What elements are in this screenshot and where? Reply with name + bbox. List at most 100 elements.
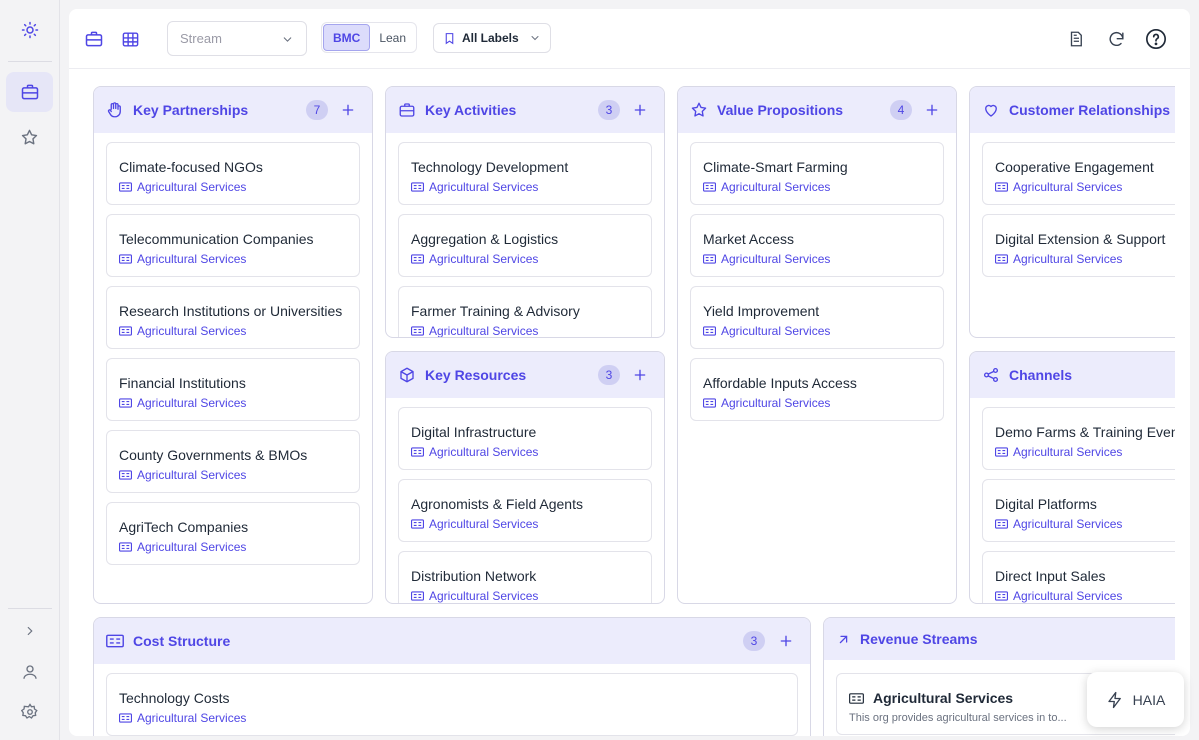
- card-tag[interactable]: Agricultural Services: [119, 396, 347, 410]
- help-icon: [1146, 29, 1166, 49]
- bmc-toggle-button[interactable]: BMC: [323, 24, 371, 51]
- card-tag[interactable]: Agricultural Services: [119, 711, 785, 725]
- expand-sidebar-button[interactable]: [6, 611, 53, 651]
- card[interactable]: Financial Institutions Agricultural Serv…: [106, 358, 360, 421]
- card[interactable]: County Governments & BMOs Agricultural S…: [106, 430, 360, 493]
- card[interactable]: Yield Improvement Agricultural Services: [690, 286, 944, 349]
- card-title: Affordable Inputs Access: [703, 375, 857, 391]
- block-title: Revenue Streams: [860, 631, 978, 647]
- add-icon[interactable]: [778, 633, 794, 649]
- card-tag[interactable]: Agricultural Services: [119, 540, 347, 554]
- settings-button[interactable]: [6, 692, 53, 732]
- card[interactable]: Telecommunication Companies Agricultural…: [106, 214, 360, 277]
- block-title: Cost Structure: [133, 633, 231, 649]
- card[interactable]: Climate-Smart Farming Agricultural Servi…: [690, 142, 944, 205]
- stream-tag-icon: [411, 254, 424, 264]
- card-tag[interactable]: Agricultural Services: [995, 252, 1175, 266]
- block-customer-relationships: Customer Relationships Cooperative Engag…: [969, 86, 1175, 338]
- document-button[interactable]: [1064, 27, 1088, 51]
- table-view-button[interactable]: [118, 27, 142, 51]
- block-key-partnerships: Key Partnerships 7 Climate-focused NGOs …: [93, 86, 373, 604]
- haia-label: HAIA: [1132, 691, 1166, 708]
- card-tag[interactable]: Agricultural Services: [119, 324, 347, 338]
- card[interactable]: Demo Farms & Training Events Agricultura…: [982, 407, 1175, 470]
- card[interactable]: Technology Costs Agricultural Services: [106, 673, 798, 736]
- add-icon[interactable]: [632, 367, 648, 383]
- nav-canvas-button[interactable]: [6, 72, 53, 112]
- theme-toggle-button[interactable]: [6, 10, 53, 50]
- card[interactable]: Distribution Network Agricultural Servic…: [398, 551, 652, 603]
- block-key-resources: Key Resources 3 Digital Infrastructure A…: [385, 351, 665, 604]
- card-tag-label: Agricultural Services: [429, 517, 539, 531]
- card[interactable]: Digital Extension & Support Agricultural…: [982, 214, 1175, 277]
- card-title: Technology Costs: [119, 690, 230, 706]
- card-tag[interactable]: Agricultural Services: [411, 589, 639, 603]
- stream-tag-icon: [411, 519, 424, 529]
- stream-tag-icon: [703, 182, 716, 192]
- lean-toggle-button[interactable]: Lean: [370, 24, 415, 51]
- card-tag[interactable]: Agricultural Services: [703, 324, 931, 338]
- card-tag[interactable]: Agricultural Services: [411, 445, 639, 459]
- canvas-view-button[interactable]: [82, 27, 106, 51]
- card-tag[interactable]: Agricultural Services: [411, 180, 639, 194]
- help-button[interactable]: [1144, 27, 1168, 51]
- block-channels: Channels Demo Farms & Training Events Ag…: [969, 351, 1175, 604]
- document-icon: [1070, 31, 1082, 47]
- stream-tag-icon: [995, 519, 1008, 529]
- card[interactable]: Climate-focused NGOs Agricultural Servic…: [106, 142, 360, 205]
- profile-button[interactable]: [6, 652, 53, 692]
- card-title: Direct Input Sales: [995, 568, 1106, 584]
- card-title: Climate-Smart Farming: [703, 159, 848, 175]
- nav-favorites-button[interactable]: [6, 117, 53, 157]
- stream-tag-icon: [995, 254, 1008, 264]
- card[interactable]: Cooperative Engagement Agricultural Serv…: [982, 142, 1175, 205]
- card-title: Digital Extension & Support: [995, 231, 1166, 247]
- card-tag[interactable]: Agricultural Services: [995, 180, 1175, 194]
- card[interactable]: Research Institutions or Universities Ag…: [106, 286, 360, 349]
- card[interactable]: Aggregation & Logistics Agricultural Ser…: [398, 214, 652, 277]
- card[interactable]: Farmer Training & Advisory Agricultural …: [398, 286, 652, 337]
- card-tag[interactable]: Agricultural Services: [119, 468, 347, 482]
- card[interactable]: Digital Infrastructure Agricultural Serv…: [398, 407, 652, 470]
- card[interactable]: Affordable Inputs Access Agricultural Se…: [690, 358, 944, 421]
- card-tag[interactable]: Agricultural Services: [411, 517, 639, 531]
- card-tag-label: Agricultural Services: [429, 252, 539, 266]
- card-tag-label: Agricultural Services: [721, 180, 831, 194]
- briefcase-icon: [399, 103, 415, 117]
- add-icon[interactable]: [924, 102, 940, 118]
- star-icon: [691, 102, 707, 117]
- left-rail: [0, 0, 60, 740]
- card-tag[interactable]: Agricultural Services: [995, 589, 1175, 603]
- card[interactable]: Direct Input Sales Agricultural Services: [982, 551, 1175, 603]
- card[interactable]: AgriTech Companies Agricultural Services: [106, 502, 360, 565]
- card[interactable]: Agronomists & Field Agents Agricultural …: [398, 479, 652, 542]
- add-icon[interactable]: [340, 102, 356, 118]
- rail-divider-bottom: [8, 608, 52, 609]
- card-tag-label: Agricultural Services: [137, 540, 247, 554]
- card-tag[interactable]: Agricultural Services: [703, 180, 931, 194]
- labels-filter-dropdown[interactable]: All Labels: [433, 23, 551, 53]
- canvas-board: Key Partnerships 7 Climate-focused NGOs …: [93, 86, 1175, 736]
- card-tag[interactable]: Agricultural Services: [119, 180, 347, 194]
- add-icon[interactable]: [632, 102, 648, 118]
- labels-filter-label: All Labels: [462, 31, 519, 45]
- card-tag[interactable]: Agricultural Services: [703, 396, 931, 410]
- haia-assistant-button[interactable]: HAIA: [1087, 672, 1184, 727]
- card[interactable]: Market Access Agricultural Services: [690, 214, 944, 277]
- card-tag[interactable]: Agricultural Services: [411, 324, 639, 337]
- card[interactable]: Technology Development Agricultural Serv…: [398, 142, 652, 205]
- card-tag[interactable]: Agricultural Services: [119, 252, 347, 266]
- refresh-button[interactable]: [1104, 27, 1128, 51]
- card-tag[interactable]: Agricultural Services: [995, 445, 1175, 459]
- chevron-right-icon: [27, 626, 33, 636]
- card-tag[interactable]: Agricultural Services: [995, 517, 1175, 531]
- card-tag-label: Agricultural Services: [721, 396, 831, 410]
- card-tag-label: Agricultural Services: [1013, 252, 1123, 266]
- stream-select[interactable]: Stream: [167, 21, 307, 56]
- block-value-propositions: Value Propositions 4 Climate-Smart Farmi…: [677, 86, 957, 604]
- card-tag[interactable]: Agricultural Services: [703, 252, 931, 266]
- block-title: Customer Relationships: [1009, 102, 1171, 118]
- card[interactable]: Digital Platforms Agricultural Services: [982, 479, 1175, 542]
- stream-tag-icon: [411, 447, 424, 457]
- card-tag[interactable]: Agricultural Services: [411, 252, 639, 266]
